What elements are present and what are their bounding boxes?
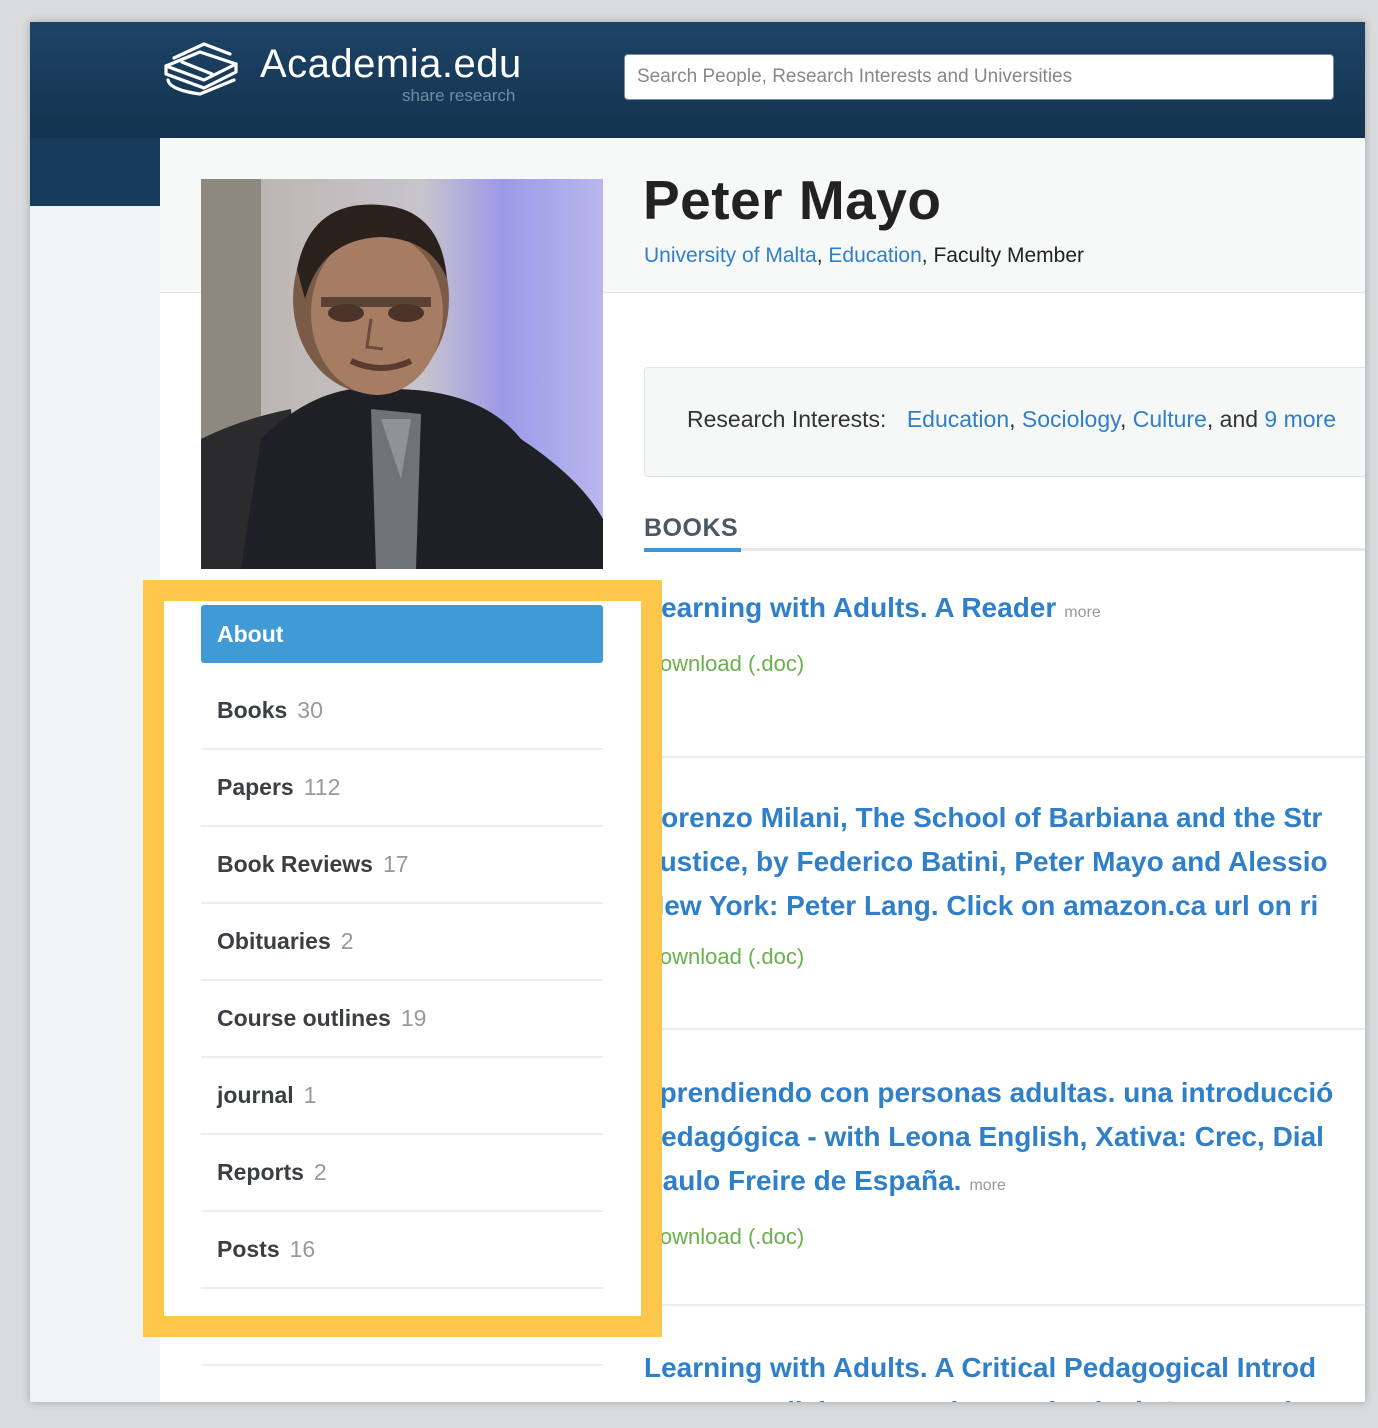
book-title-line[interactable]: pedagógica - with Leona English, Xativa:…: [644, 1115, 1365, 1159]
menu-item-count: 2: [313, 1159, 327, 1185]
menu-item-count: 1: [303, 1082, 317, 1108]
header-extension: [30, 138, 160, 206]
more-link[interactable]: more: [969, 1177, 1005, 1194]
book-title[interactable]: aprendiendo con personas adultas. una in…: [644, 1071, 1365, 1208]
profile-photo[interactable]: [201, 179, 603, 569]
menu-item-obituaries[interactable]: Obituaries 2: [201, 904, 603, 981]
book-divider: [644, 756, 1365, 758]
menu-item-label: Posts: [217, 1236, 280, 1262]
comma: ,: [921, 244, 934, 267]
comma: ,: [1206, 406, 1220, 432]
menu-item-about[interactable]: About: [201, 605, 603, 663]
role-text: Faculty Member: [933, 244, 1085, 267]
profile-content: Peter Mayo University of Malta, Educatio…: [160, 138, 1365, 1402]
books-logo-icon[interactable]: [160, 36, 240, 98]
menu-item-count: 2: [340, 928, 354, 954]
section-active-indicator: [644, 548, 741, 552]
menu-item-label: Papers: [217, 774, 294, 800]
book-title[interactable]: Learning with Adults. A Reader more: [644, 586, 1365, 635]
interest-link[interactable]: Culture: [1133, 406, 1207, 432]
menu-item-label: Course outlines: [217, 1005, 391, 1031]
menu-divider: [201, 593, 603, 595]
book-title-line[interactable]: Leona English , Rotterdam and Taipei: Se…: [644, 1390, 1365, 1402]
menu-item-count: 17: [382, 851, 409, 877]
menu-item-count: 19: [400, 1005, 427, 1031]
profile-name: Peter Mayo: [643, 169, 942, 231]
book-title-line[interactable]: Learning with Adults. A Reader: [644, 592, 1056, 623]
book-title-line[interactable]: New York: Peter Lang. Click on amazon.ca…: [644, 884, 1365, 928]
book-title-line[interactable]: Paulo Freire de España.: [644, 1165, 961, 1196]
download-link[interactable]: Download (.doc): [644, 944, 1365, 970]
research-interests-box: Research Interests: Education, Sociology…: [644, 367, 1365, 477]
menu-item-book-reviews[interactable]: Book Reviews 17: [201, 827, 603, 904]
menu-item-label: Reports: [217, 1159, 304, 1185]
menu-item-count: 30: [297, 697, 323, 723]
search-input[interactable]: [624, 54, 1334, 100]
more-interests-link[interactable]: 9 more: [1264, 406, 1336, 432]
comma: ,: [1009, 406, 1022, 432]
profile-nav-menu: About Books 30 Papers 112 Book Reviews 17 O…: [201, 593, 603, 1366]
book-title[interactable]: Lorenzo Milani, The School of Barbiana a…: [644, 796, 1365, 928]
menu-item-reports[interactable]: Reports 2: [201, 1135, 603, 1212]
menu-item-course-outlines[interactable]: Course outlines 19: [201, 981, 603, 1058]
menu-item-label: Obituaries: [217, 928, 331, 954]
research-interests-label: Research Interests:: [687, 406, 887, 432]
book-divider: [644, 1028, 1365, 1030]
download-link[interactable]: Download (.doc): [644, 651, 1365, 677]
more-link[interactable]: more: [1064, 604, 1100, 621]
book-title-line[interactable]: aprendiendo con personas adultas. una in…: [644, 1071, 1365, 1115]
book-item: Learning with Adults. A Reader more Downl…: [644, 586, 1365, 677]
affiliation: University of Malta, Education, Faculty …: [644, 244, 1084, 268]
book-item: Lorenzo Milani, The School of Barbiana a…: [644, 796, 1365, 970]
menu-item-label: Book Reviews: [217, 851, 373, 877]
menu-item-cv[interactable]: CV: [201, 1289, 603, 1366]
menu-item-count: 16: [289, 1236, 316, 1262]
book-title-line[interactable]: Learning with Adults. A Critical Pedagog…: [644, 1346, 1365, 1390]
book-item: Learning with Adults. A Critical Pedagog…: [644, 1346, 1365, 1402]
book-title-line[interactable]: Justice, by Federico Batini, Peter Mayo …: [644, 840, 1365, 884]
top-header: Academia.edu share research: [30, 22, 1365, 138]
menu-item-papers[interactable]: Papers 112: [201, 750, 603, 827]
menu-item-count: 112: [303, 774, 341, 800]
menu-item-journal[interactable]: journal 1: [201, 1058, 603, 1135]
browser-frame: Academia.edu share research Search Peopl…: [30, 22, 1365, 1402]
department-link[interactable]: Education: [828, 244, 921, 267]
book-title-line[interactable]: Lorenzo Milani, The School of Barbiana a…: [644, 796, 1365, 840]
and-text: and: [1219, 406, 1259, 432]
section-divider: [644, 548, 1365, 551]
book-divider: [644, 1304, 1365, 1306]
comma: ,: [1119, 406, 1133, 432]
download-link[interactable]: Download (.doc): [644, 1224, 1365, 1250]
brand-tagline: share research: [402, 86, 516, 105]
university-link[interactable]: University of Malta: [644, 244, 817, 267]
menu-item-books[interactable]: Books 30: [201, 673, 603, 750]
menu-item-label: About: [217, 620, 284, 647]
menu-item-label: CV: [217, 1313, 249, 1339]
interest-link[interactable]: Education: [907, 406, 1009, 432]
brand-name[interactable]: Academia.edu: [260, 42, 522, 87]
research-interests-line: Research Interests: Education, Sociology…: [687, 406, 1336, 433]
book-item: aprendiendo con personas adultas. una in…: [644, 1071, 1365, 1250]
section-title[interactable]: BOOKS: [644, 514, 738, 543]
menu-item-label: Books: [217, 697, 288, 723]
menu-item-label: journal: [217, 1082, 294, 1108]
interest-link[interactable]: Sociology: [1022, 406, 1120, 432]
menu-item-posts[interactable]: Posts 16: [201, 1212, 603, 1289]
comma: ,: [816, 244, 829, 267]
book-title[interactable]: Learning with Adults. A Critical Pedagog…: [644, 1346, 1365, 1402]
